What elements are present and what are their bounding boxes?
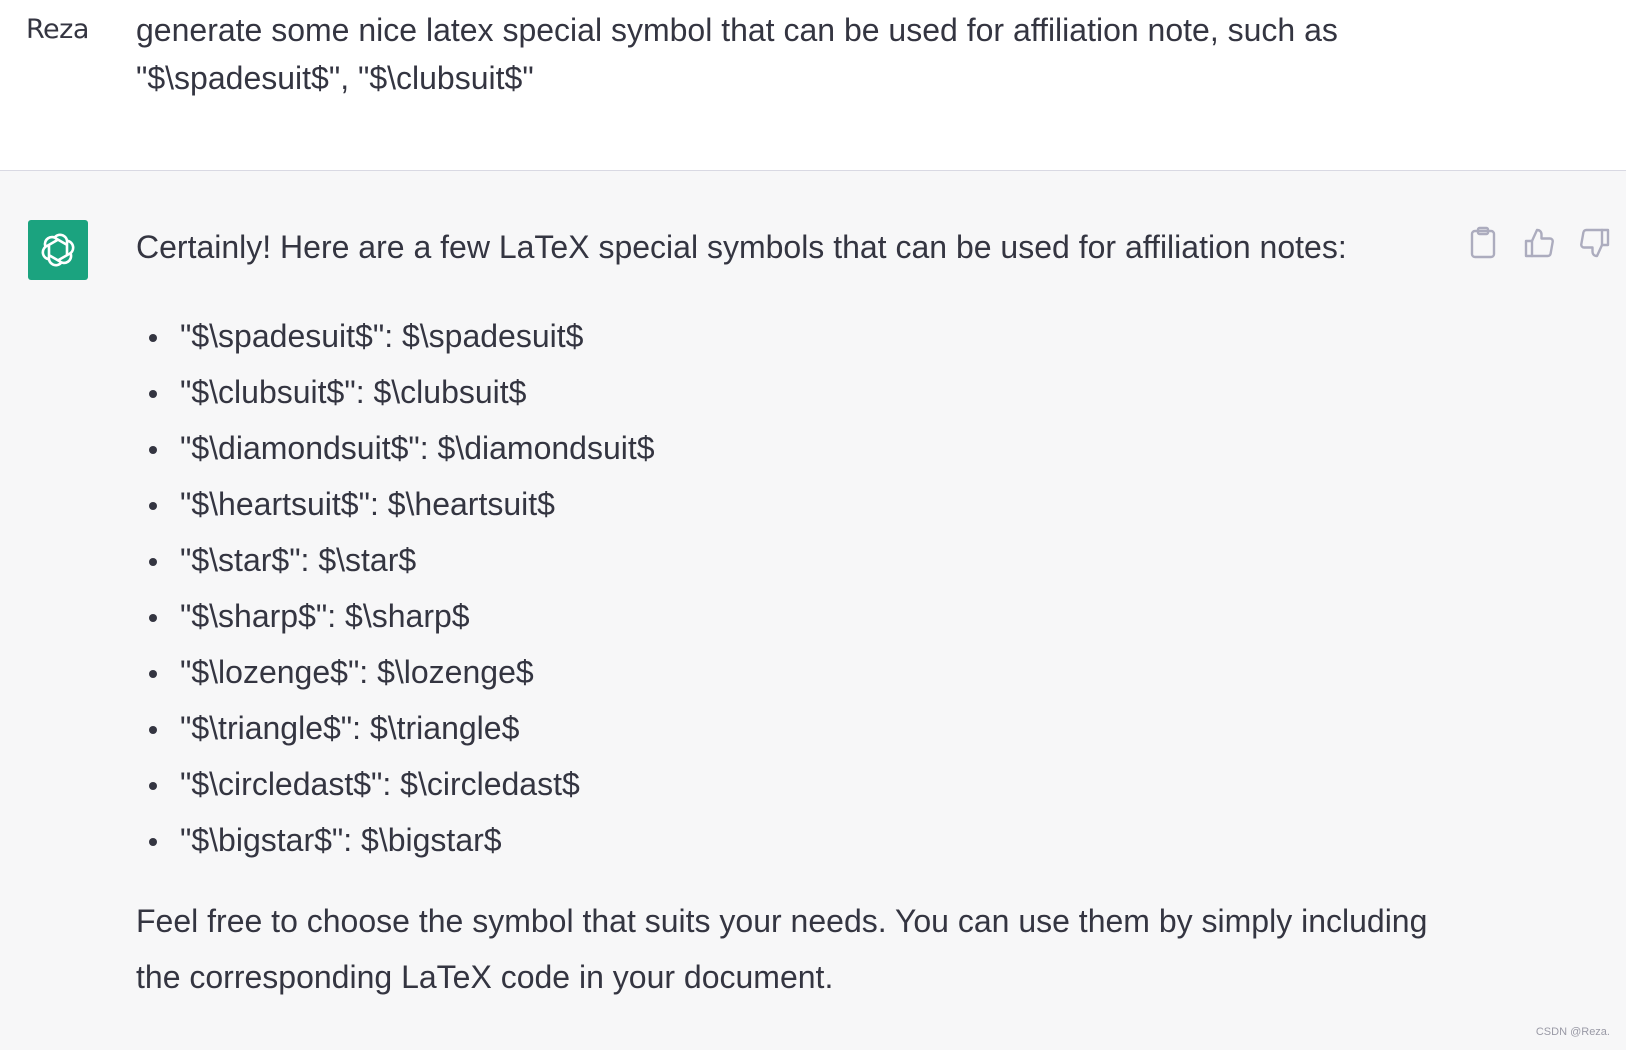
user-message-text: generate some nice latex special symbol …	[136, 12, 1338, 96]
bullet	[149, 670, 157, 678]
symbol-list: "$\spadesuit$": $\spadesuit$ "$\clubsuit…	[136, 308, 655, 868]
list-item-text: "$\bigstar$": $\bigstar$	[180, 822, 502, 858]
bullet	[149, 334, 157, 342]
list-item-text: "$\spadesuit$": $\spadesuit$	[180, 318, 584, 354]
user-name: Reza	[26, 14, 89, 45]
list-item-text: "$\triangle$": $\triangle$	[180, 710, 520, 746]
assistant-outro-text: Feel free to choose the symbol that suit…	[136, 903, 1428, 995]
list-item: "$\circledast$": $\circledast$	[136, 756, 655, 812]
user-message-block: Reza generate some nice latex special sy…	[0, 0, 1626, 171]
list-item-text: "$\circledast$": $\circledast$	[180, 766, 580, 802]
thumbs-down-button[interactable]	[1578, 226, 1612, 260]
list-item: "$\heartsuit$": $\heartsuit$	[136, 476, 655, 532]
assistant-avatar	[28, 220, 88, 280]
bullet	[149, 726, 157, 734]
list-item: "$\star$": $\star$	[136, 532, 655, 588]
copy-button[interactable]	[1466, 226, 1500, 260]
list-item-text: "$\clubsuit$": $\clubsuit$	[180, 374, 527, 410]
list-item-text: "$\sharp$": $\sharp$	[180, 598, 470, 634]
bullet	[149, 838, 157, 846]
bullet	[149, 502, 157, 510]
watermark: CSDN @Reza.	[1535, 1026, 1610, 1038]
bullet	[149, 390, 157, 398]
assistant-message-block: Certainly! Here are a few LaTeX special …	[0, 171, 1626, 1050]
message-actions	[1466, 226, 1612, 260]
bullet	[149, 782, 157, 790]
clipboard-icon	[1470, 226, 1496, 259]
thumbs-up-icon	[1524, 228, 1554, 258]
list-item: "$\clubsuit$": $\clubsuit$	[136, 364, 655, 420]
list-item: "$\sharp$": $\sharp$	[136, 588, 655, 644]
list-item: "$\spadesuit$": $\spadesuit$	[136, 308, 655, 364]
list-item: "$\diamondsuit$": $\diamondsuit$	[136, 420, 655, 476]
list-item-text: "$\heartsuit$": $\heartsuit$	[180, 486, 555, 522]
list-item: "$\lozenge$": $\lozenge$	[136, 644, 655, 700]
list-item-text: "$\star$": $\star$	[180, 542, 417, 578]
assistant-intro-text: Certainly! Here are a few LaTeX special …	[136, 229, 1347, 265]
thumbs-up-button[interactable]	[1522, 226, 1556, 260]
bullet	[149, 558, 157, 566]
list-item: "$\bigstar$": $\bigstar$	[136, 812, 655, 868]
thumbs-down-icon	[1580, 228, 1610, 258]
list-item: "$\triangle$": $\triangle$	[136, 700, 655, 756]
openai-logo-icon	[41, 233, 75, 267]
bullet	[149, 446, 157, 454]
bullet	[149, 614, 157, 622]
list-item-text: "$\diamondsuit$": $\diamondsuit$	[180, 430, 655, 466]
list-item-text: "$\lozenge$": $\lozenge$	[180, 654, 534, 690]
